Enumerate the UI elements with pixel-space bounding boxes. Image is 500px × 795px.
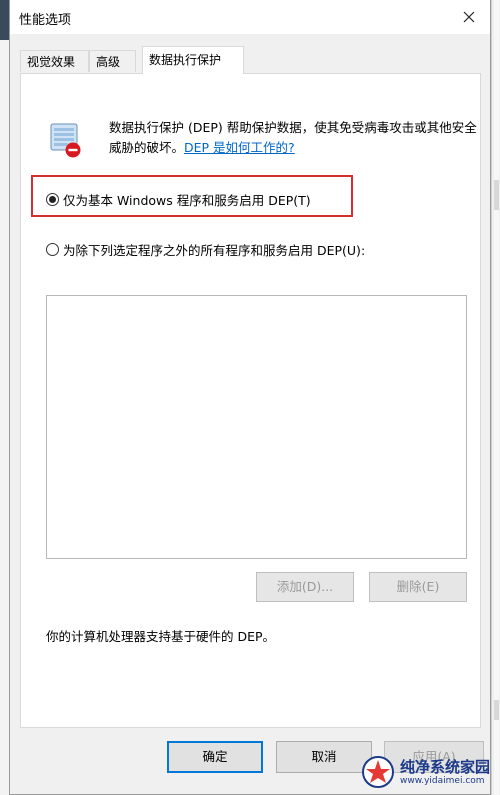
title-bar: 性能选项 bbox=[10, 0, 490, 34]
watermark-url: www.yidaimei.com bbox=[399, 775, 485, 786]
add-program-button[interactable]: 添加(D)... bbox=[256, 572, 354, 602]
dep-description: 数据执行保护 (DEP) 帮助保护数据，使其免受病毒攻击或其他安全威胁的破坏。D… bbox=[109, 120, 477, 155]
radio-basic-dep-label: 仅为基本 Windows 程序和服务启用 DEP(T) bbox=[63, 193, 311, 208]
dep-shield-icon bbox=[50, 123, 81, 158]
background-scroll-thumb bbox=[494, 180, 499, 210]
background-titlebar-strip bbox=[0, 0, 9, 40]
watermark: 纯净系统家园 www.yidaimei.com bbox=[361, 755, 490, 789]
cancel-button[interactable]: 取消 bbox=[276, 741, 372, 773]
dep-tab-panel: 数据执行保护 (DEP) 帮助保护数据，使其免受病毒攻击或其他安全威胁的破坏。D… bbox=[20, 73, 481, 728]
tab-data-execution-prevention[interactable]: 数据执行保护 bbox=[142, 46, 244, 74]
excluded-programs-list[interactable] bbox=[46, 295, 467, 559]
hardware-support-text: 你的计算机处理器支持基于硬件的 DEP。 bbox=[46, 629, 276, 644]
window-title: 性能选项 bbox=[19, 13, 72, 28]
close-button[interactable] bbox=[448, 0, 490, 34]
tab-advanced[interactable]: 高级 bbox=[89, 50, 136, 72]
close-icon bbox=[463, 11, 475, 23]
radio-all-except-dep-label: 为除下列选定程序之外的所有程序和服务启用 DEP(U): bbox=[63, 243, 366, 258]
background-window-right bbox=[491, 0, 500, 795]
dep-help-link[interactable]: DEP 是如何工作的? bbox=[184, 140, 295, 155]
remove-program-button[interactable]: 删除(E) bbox=[369, 572, 467, 602]
watermark-name: 纯净系统家园 bbox=[399, 757, 490, 776]
background-scrollbar bbox=[494, 0, 499, 795]
background-scroll-thumb bbox=[494, 700, 499, 720]
radio-basic-dep-indicator[interactable] bbox=[46, 193, 59, 206]
performance-options-dialog: 性能选项 视觉效果 高级 数据执行保护 数据执行保护 (DEP) 帮助保护数据，… bbox=[9, 0, 491, 795]
radio-all-except-dep-indicator[interactable] bbox=[46, 243, 59, 256]
ok-button[interactable]: 确定 bbox=[167, 741, 263, 773]
radio-basic-dep[interactable]: 仅为基本 Windows 程序和服务启用 DEP(T) bbox=[46, 190, 311, 209]
tab-visual-effects[interactable]: 视觉效果 bbox=[20, 50, 89, 72]
watermark-logo-icon bbox=[361, 756, 394, 788]
radio-all-except-dep[interactable]: 为除下列选定程序之外的所有程序和服务启用 DEP(U): bbox=[46, 240, 365, 259]
